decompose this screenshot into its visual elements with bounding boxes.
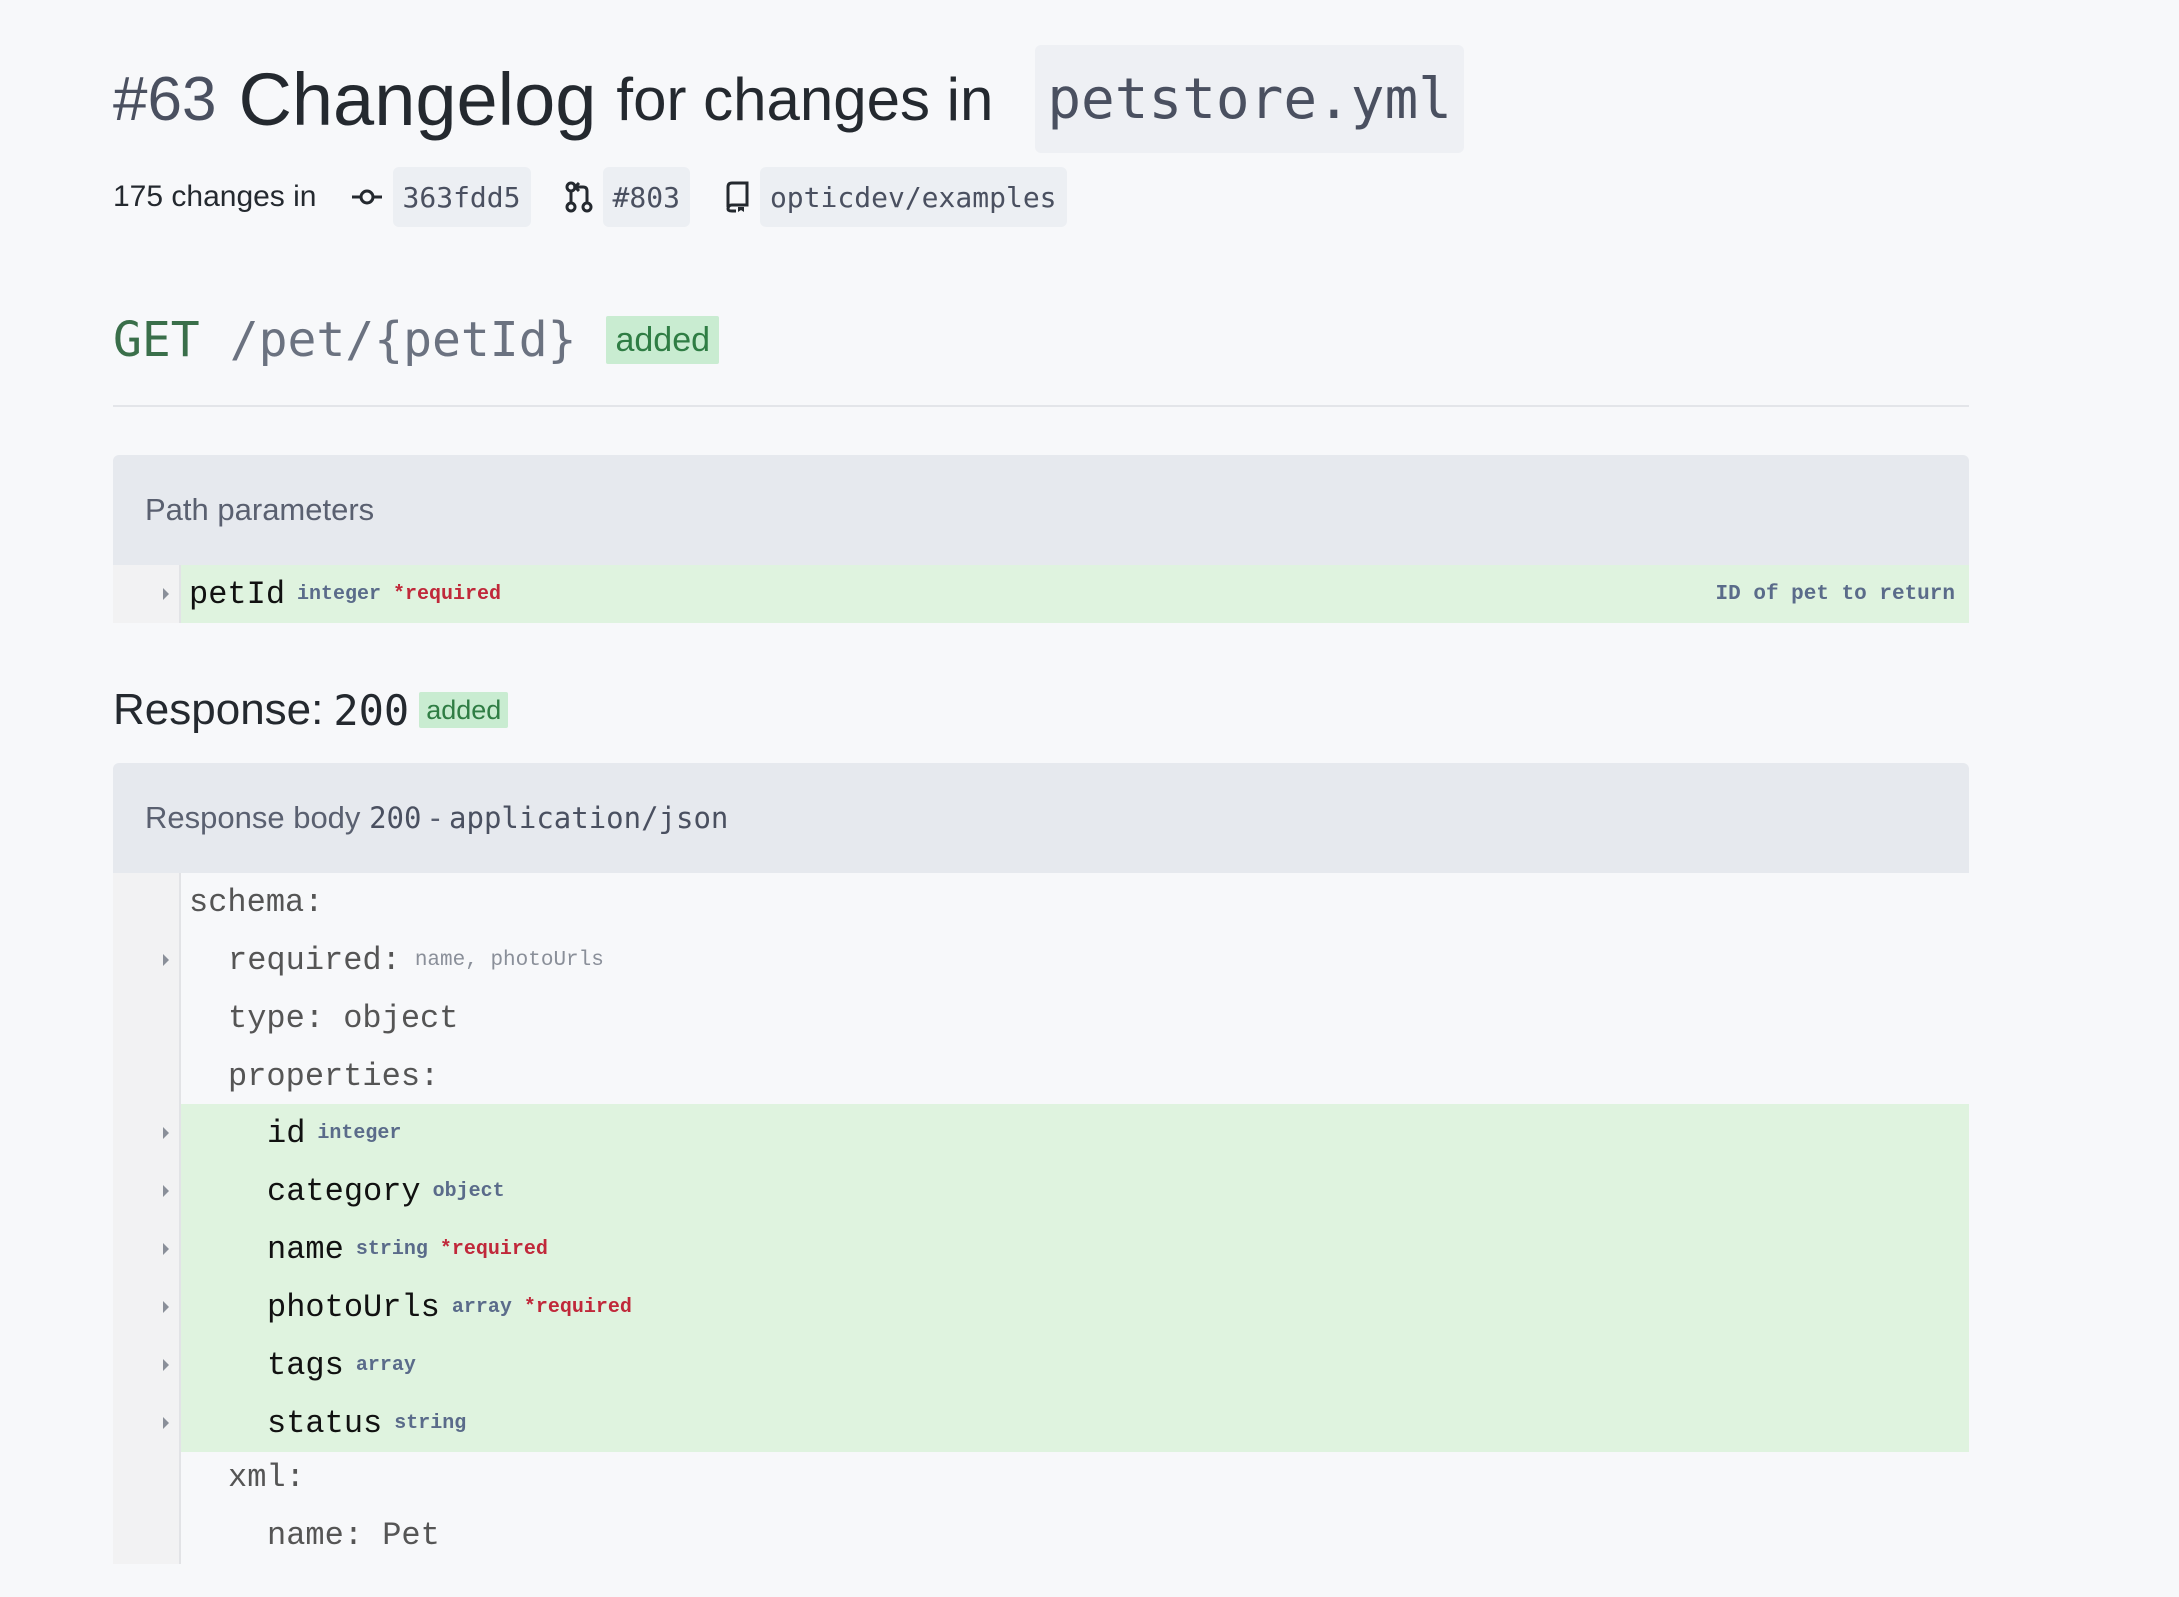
- property-type: integer: [317, 1121, 402, 1145]
- property-row[interactable]: photoUrls array *required: [113, 1278, 1969, 1336]
- response-body-title: Response body: [145, 800, 361, 835]
- property-name: photoUrls: [267, 1288, 440, 1326]
- expand-icon[interactable]: [163, 1185, 169, 1197]
- schema-line: schema:: [113, 873, 1969, 931]
- property-name: name: [267, 1230, 344, 1268]
- expand-icon[interactable]: [163, 1243, 169, 1255]
- properties-line: properties:: [113, 1047, 1969, 1105]
- response-label: Response:: [113, 685, 324, 734]
- required-line[interactable]: required: name, photoUrls: [113, 931, 1969, 989]
- param-required: *required: [393, 582, 502, 606]
- property-name: tags: [267, 1346, 344, 1384]
- property-required: *required: [439, 1237, 548, 1261]
- response-body-header: Response body 200 - application/json: [113, 763, 1969, 873]
- property-type: string: [394, 1411, 467, 1435]
- for-changes-in-text: for changes in: [616, 65, 994, 133]
- xml-name-line: name: Pet: [113, 1506, 1969, 1564]
- response-body-code: 200: [369, 801, 422, 835]
- status-badge: added: [419, 692, 509, 728]
- param-type: integer: [297, 582, 382, 606]
- param-row[interactable]: petId integer *required ID of pet to ret…: [113, 565, 1969, 623]
- property-type: array: [355, 1353, 416, 1377]
- changes-count: 175 changes in: [113, 180, 317, 213]
- pull-request-link[interactable]: #803: [602, 167, 690, 227]
- row-gutter: [113, 565, 181, 623]
- property-row[interactable]: status string: [113, 1394, 1969, 1452]
- status-badge: added: [606, 316, 720, 364]
- type-line: type: object: [113, 989, 1969, 1047]
- response-heading: Response: 200 added: [113, 680, 509, 740]
- expand-icon[interactable]: [163, 1417, 169, 1429]
- property-row[interactable]: category object: [113, 1162, 1969, 1220]
- http-method: GET: [113, 312, 200, 368]
- content-type: application/json: [449, 801, 729, 835]
- pull-request-icon: [565, 181, 593, 213]
- repo-icon: [724, 181, 750, 213]
- changes-meta: 175 changes in 363fdd5 #803 opticdev/exa…: [113, 167, 1067, 227]
- param-name: petId: [189, 575, 286, 613]
- divider: [113, 405, 1969, 407]
- property-name: status: [267, 1404, 383, 1442]
- changelog-number: #63: [113, 64, 217, 134]
- repo-link[interactable]: opticdev/examples: [759, 167, 1067, 227]
- path-parameters-title: Path parameters: [145, 492, 375, 527]
- property-type: object: [432, 1179, 505, 1203]
- endpoint-heading: GET /pet/{petId} added: [113, 305, 720, 375]
- endpoint-path: /pet/{petId}: [229, 312, 577, 368]
- path-parameters-header: Path parameters: [113, 455, 1969, 565]
- expand-icon[interactable]: [163, 954, 169, 966]
- file-name: petstore.yml: [1035, 45, 1464, 153]
- expand-icon[interactable]: [163, 588, 169, 600]
- commit-link[interactable]: 363fdd5: [392, 167, 531, 227]
- expand-icon[interactable]: [163, 1301, 169, 1313]
- property-type: array: [451, 1295, 512, 1319]
- property-name: id: [267, 1114, 306, 1152]
- property-row[interactable]: name string *required: [113, 1220, 1969, 1278]
- commit-icon: [351, 186, 383, 208]
- changelog-heading: Changelog: [238, 57, 597, 141]
- page-title: #63 Changelog for changes in petstore.ym…: [113, 44, 1464, 154]
- property-type: string: [355, 1237, 428, 1261]
- expand-icon[interactable]: [163, 1359, 169, 1371]
- property-row[interactable]: tags array: [113, 1336, 1969, 1394]
- xml-line: xml:: [113, 1448, 1969, 1506]
- property-name: category: [267, 1172, 421, 1210]
- param-description: ID of pet to return: [1715, 582, 1955, 606]
- expand-icon[interactable]: [163, 1127, 169, 1139]
- property-required: *required: [523, 1295, 632, 1319]
- response-code: 200: [333, 685, 410, 735]
- property-row[interactable]: id integer: [113, 1104, 1969, 1162]
